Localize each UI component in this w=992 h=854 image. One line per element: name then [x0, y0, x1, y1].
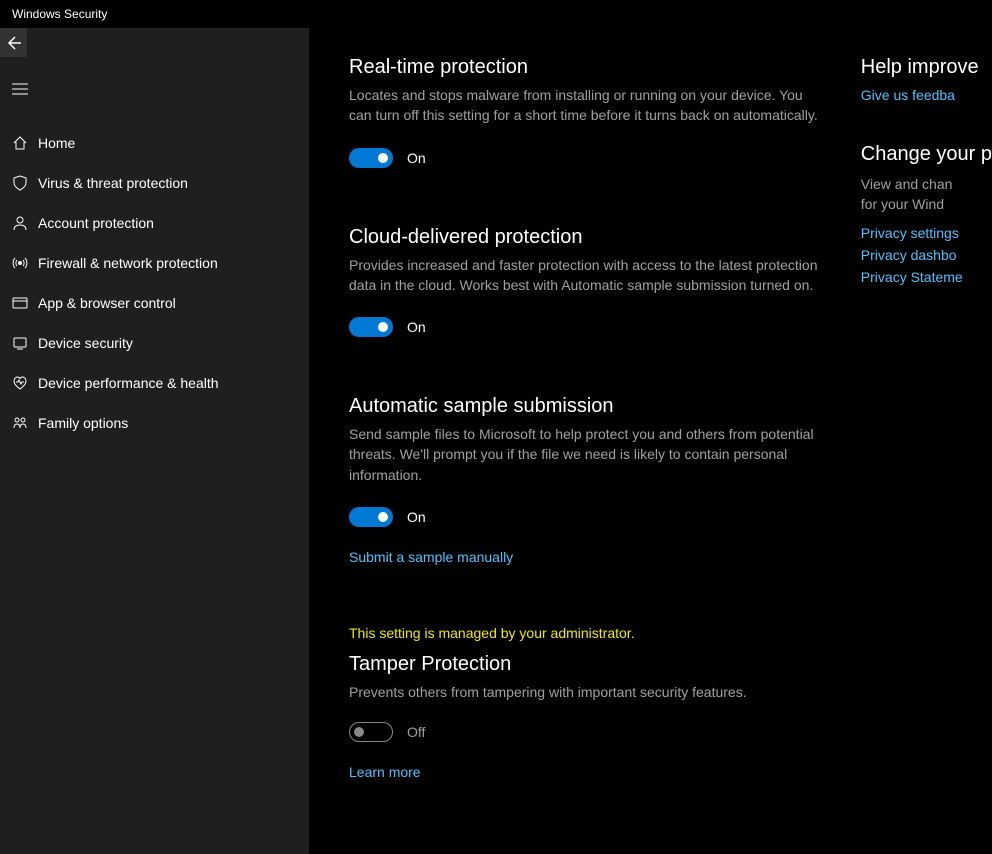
back-button[interactable]	[0, 28, 27, 57]
section-title: Automatic sample submission	[349, 395, 825, 418]
section-tamper-protection: This setting is managed by your administ…	[349, 625, 825, 782]
section-description: Provides increased and faster protection…	[349, 255, 825, 296]
title-bar: Windows Security	[0, 0, 992, 28]
right-title: Help improve	[861, 56, 992, 79]
tamper-toggle	[349, 722, 393, 742]
section-sample-submission: Automatic sample submission Send sample …	[349, 395, 825, 567]
main-content: Real-time protection Locates and stops m…	[309, 28, 992, 854]
sidebar-item-home[interactable]: Home	[0, 123, 309, 163]
person-icon	[12, 215, 28, 231]
app-title: Windows Security	[12, 7, 107, 21]
toggle-label: On	[407, 509, 426, 525]
home-icon	[12, 135, 28, 151]
learn-more-link[interactable]: Learn more	[349, 764, 421, 780]
right-description: View and chan for your Wind	[861, 174, 992, 215]
sidebar-item-label: Account protection	[38, 215, 154, 231]
sidebar-item-label: App & browser control	[38, 295, 176, 311]
sidebar-item-label: Home	[38, 135, 75, 151]
cloud-toggle[interactable]	[349, 317, 393, 337]
heart-icon	[12, 375, 28, 391]
shield-icon	[12, 175, 28, 191]
family-icon	[12, 415, 28, 431]
submit-sample-link[interactable]: Submit a sample manually	[349, 549, 513, 565]
privacy-section: Change your p View and chan for your Win…	[861, 143, 992, 285]
sidebar-item-firewall[interactable]: Firewall & network protection	[0, 243, 309, 283]
toggle-label: On	[407, 319, 426, 335]
sidebar-item-account[interactable]: Account protection	[0, 203, 309, 243]
browser-icon	[12, 295, 28, 311]
sidebar: Home Virus & threat protection Account p…	[0, 28, 309, 854]
section-description: Prevents others from tampering with impo…	[349, 682, 825, 702]
section-description: Send sample files to Microsoft to help p…	[349, 424, 825, 485]
device-icon	[12, 335, 28, 351]
privacy-statement-link[interactable]: Privacy Stateme	[861, 269, 992, 285]
sidebar-item-label: Device security	[38, 335, 133, 351]
antenna-icon	[12, 255, 28, 271]
section-title: Real-time protection	[349, 56, 825, 79]
section-realtime-protection: Real-time protection Locates and stops m…	[349, 56, 825, 168]
sidebar-item-virus-threat[interactable]: Virus & threat protection	[0, 163, 309, 203]
section-title: Tamper Protection	[349, 653, 825, 676]
realtime-toggle[interactable]	[349, 148, 393, 168]
privacy-settings-link[interactable]: Privacy settings	[861, 225, 992, 241]
privacy-dashboard-link[interactable]: Privacy dashbo	[861, 247, 992, 263]
sidebar-item-label: Device performance & health	[38, 375, 219, 391]
feedback-link[interactable]: Give us feedba	[861, 87, 992, 103]
sidebar-item-device-security[interactable]: Device security	[0, 323, 309, 363]
section-title: Cloud-delivered protection	[349, 226, 825, 249]
right-panel: Help improve Give us feedba Change your …	[843, 56, 992, 854]
section-description: Locates and stops malware from installin…	[349, 85, 825, 126]
section-cloud-protection: Cloud-delivered protection Provides incr…	[349, 226, 825, 338]
sidebar-item-family[interactable]: Family options	[0, 403, 309, 443]
right-title: Change your p	[861, 143, 992, 166]
toggle-label: Off	[407, 724, 425, 740]
sidebar-item-label: Virus & threat protection	[38, 175, 188, 191]
sidebar-item-performance[interactable]: Device performance & health	[0, 363, 309, 403]
admin-notice: This setting is managed by your administ…	[349, 625, 825, 641]
sidebar-item-label: Family options	[38, 415, 128, 431]
sidebar-item-label: Firewall & network protection	[38, 255, 218, 271]
toggle-label: On	[407, 150, 426, 166]
hamburger-icon	[12, 83, 28, 95]
sidebar-item-app-browser[interactable]: App & browser control	[0, 283, 309, 323]
back-arrow-icon	[6, 35, 22, 51]
hamburger-button[interactable]	[0, 67, 40, 111]
sample-toggle[interactable]	[349, 507, 393, 527]
help-improve-section: Help improve Give us feedba	[861, 56, 992, 103]
